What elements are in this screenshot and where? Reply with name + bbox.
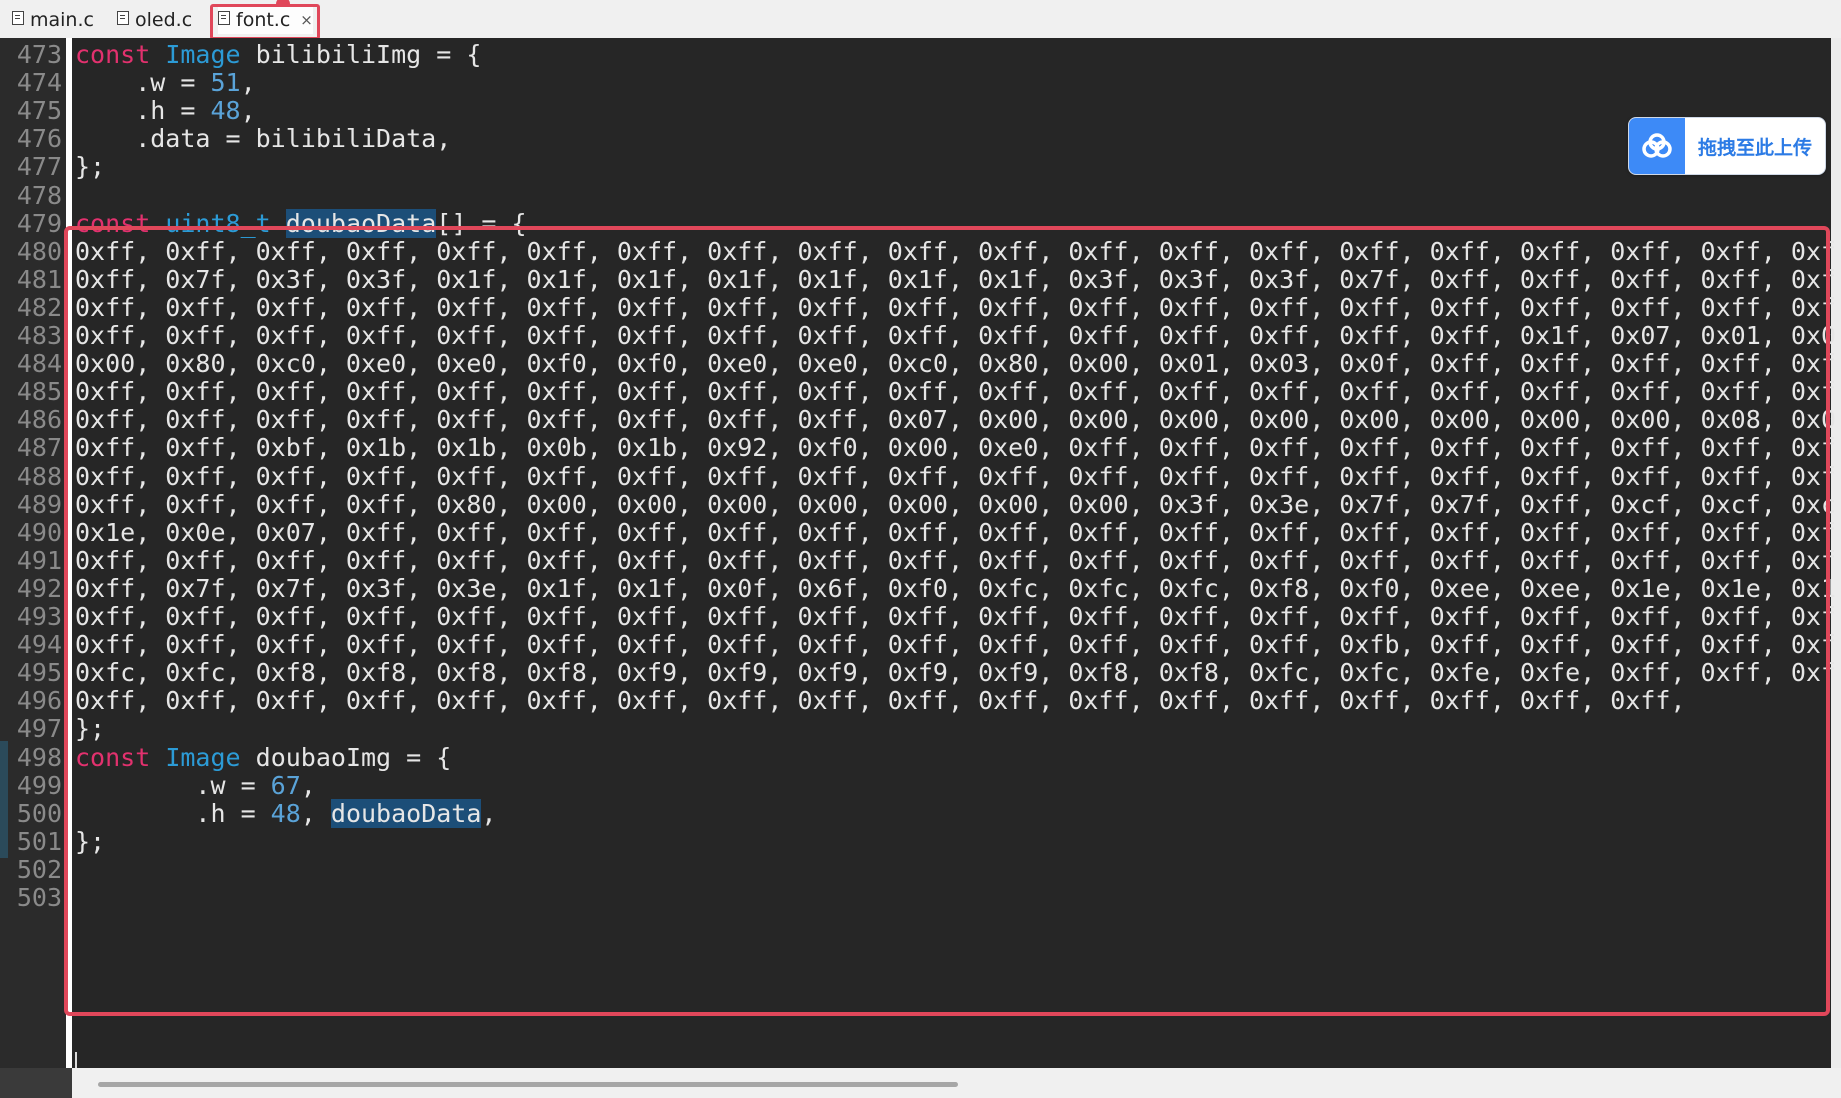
code-text: .w =	[75, 68, 211, 98]
code-text: ,	[300, 798, 331, 828]
code-text: 0xff, 0xff, 0xff, 0xff, 0xff, 0xff, 0xff…	[75, 630, 1836, 660]
horizontal-scroll-thumb[interactable]	[98, 1082, 958, 1087]
type-token: Image	[165, 40, 241, 69]
cloud-upload-icon	[1629, 118, 1685, 174]
code-text: 0xff, 0xff, 0xff, 0xff, 0x80, 0x00, 0x00…	[75, 489, 1836, 519]
code-editor[interactable]: 473 const Image bilibiliImg = {474 .w = 5…	[0, 38, 1841, 1098]
number-token: 48	[270, 798, 301, 828]
code-line[interactable]: .data = bilibiliData,	[75, 122, 451, 155]
keyword-token: const	[75, 208, 151, 238]
code-text: 0xff, 0x7f, 0x7f, 0x3f, 0x3e, 0x1f, 0x1f…	[75, 573, 1836, 603]
upload-label: 拖拽至此上传	[1697, 136, 1812, 159]
code-line[interactable]: };	[75, 150, 105, 183]
line-number: 503	[16, 883, 62, 912]
code-text: 0xff, 0xff, 0xff, 0xff, 0xff, 0xff, 0xff…	[75, 236, 1836, 266]
horizontal-scrollbar[interactable]	[0, 1068, 1841, 1098]
tab-oled-c[interactable]: oled.c	[117, 6, 192, 34]
type-token: uint8_t	[165, 208, 271, 238]
code-text: };	[75, 714, 106, 744]
code-text: 0xff, 0xff, 0xbf, 0x1b, 0x1b, 0x0b, 0x1b…	[75, 433, 1836, 463]
number-token: 48	[210, 96, 241, 126]
code-text: 0xff, 0xff, 0xff, 0xff, 0xff, 0xff, 0xff…	[75, 377, 1836, 407]
code-line[interactable]: };	[75, 825, 105, 858]
code-text: 0xff, 0xff, 0xff, 0xff, 0xff, 0xff, 0xff…	[75, 405, 1836, 435]
tab-label: main.c	[30, 9, 94, 31]
code-text: 0xfc, 0xfc, 0xf8, 0xf8, 0xf8, 0xf8, 0xf9…	[75, 658, 1836, 688]
c-file-icon	[117, 11, 129, 25]
type-token: Image	[165, 742, 241, 772]
code-text: ,	[240, 68, 256, 98]
code-line[interactable]: .h = 48, doubaoData,	[75, 797, 496, 830]
code-text: 0xff, 0x7f, 0x3f, 0x3f, 0x1f, 0x1f, 0x1f…	[75, 264, 1836, 294]
tab-highlight-annotation	[210, 0, 320, 40]
code-text: 0xff, 0xff, 0xff, 0xff, 0xff, 0xff, 0xff…	[75, 686, 1686, 716]
code-text: 0x1e, 0x0e, 0x07, 0xff, 0xff, 0xff, 0xff…	[75, 517, 1836, 547]
upload-widget[interactable]: 拖拽至此上传	[1628, 117, 1826, 175]
code-text: };	[75, 152, 106, 182]
code-text: bilibiliImg = {	[240, 40, 482, 69]
scrollbar-corner	[0, 1068, 72, 1098]
number-token: 51	[210, 68, 241, 98]
code-line[interactable]: 0xff, 0xff, 0xff, 0xff, 0xff, 0xff, 0xff…	[75, 684, 1686, 717]
keyword-token: const	[75, 40, 151, 69]
code-text: 0xff, 0xff, 0xff, 0xff, 0xff, 0xff, 0xff…	[75, 545, 1836, 575]
selected-text: doubaoData	[285, 208, 437, 238]
code-text: 0x00, 0x80, 0xc0, 0xe0, 0xe0, 0xf0, 0xf0…	[75, 349, 1836, 379]
code-text: [] = {	[436, 208, 527, 238]
code-text: 0xff, 0xff, 0xff, 0xff, 0xff, 0xff, 0xff…	[75, 321, 1836, 350]
code-text: doubaoImg = {	[240, 742, 452, 772]
code-text: };	[75, 826, 106, 856]
code-text: .h =	[75, 96, 211, 126]
code-text: ,	[481, 798, 497, 828]
tab-bar: main.c oled.c font.c ×	[0, 0, 1841, 40]
code-text: 0xff, 0xff, 0xff, 0xff, 0xff, 0xff, 0xff…	[75, 602, 1836, 631]
tab-label: oled.c	[135, 9, 193, 31]
tab-main-c[interactable]: main.c	[12, 6, 94, 34]
c-file-icon	[12, 11, 24, 25]
code-text: .h =	[75, 798, 271, 828]
code-text: ,	[300, 770, 316, 800]
code-text: .w =	[75, 770, 271, 800]
keyword-token: const	[75, 742, 151, 772]
code-text: 0xff, 0xff, 0xff, 0xff, 0xff, 0xff, 0xff…	[75, 461, 1836, 491]
code-text: 0xff, 0xff, 0xff, 0xff, 0xff, 0xff, 0xff…	[75, 292, 1836, 322]
number-token: 67	[270, 770, 301, 800]
selected-text: doubaoData	[330, 798, 482, 828]
code-text: .data = bilibiliData,	[75, 124, 452, 154]
code-text: ,	[240, 96, 256, 126]
